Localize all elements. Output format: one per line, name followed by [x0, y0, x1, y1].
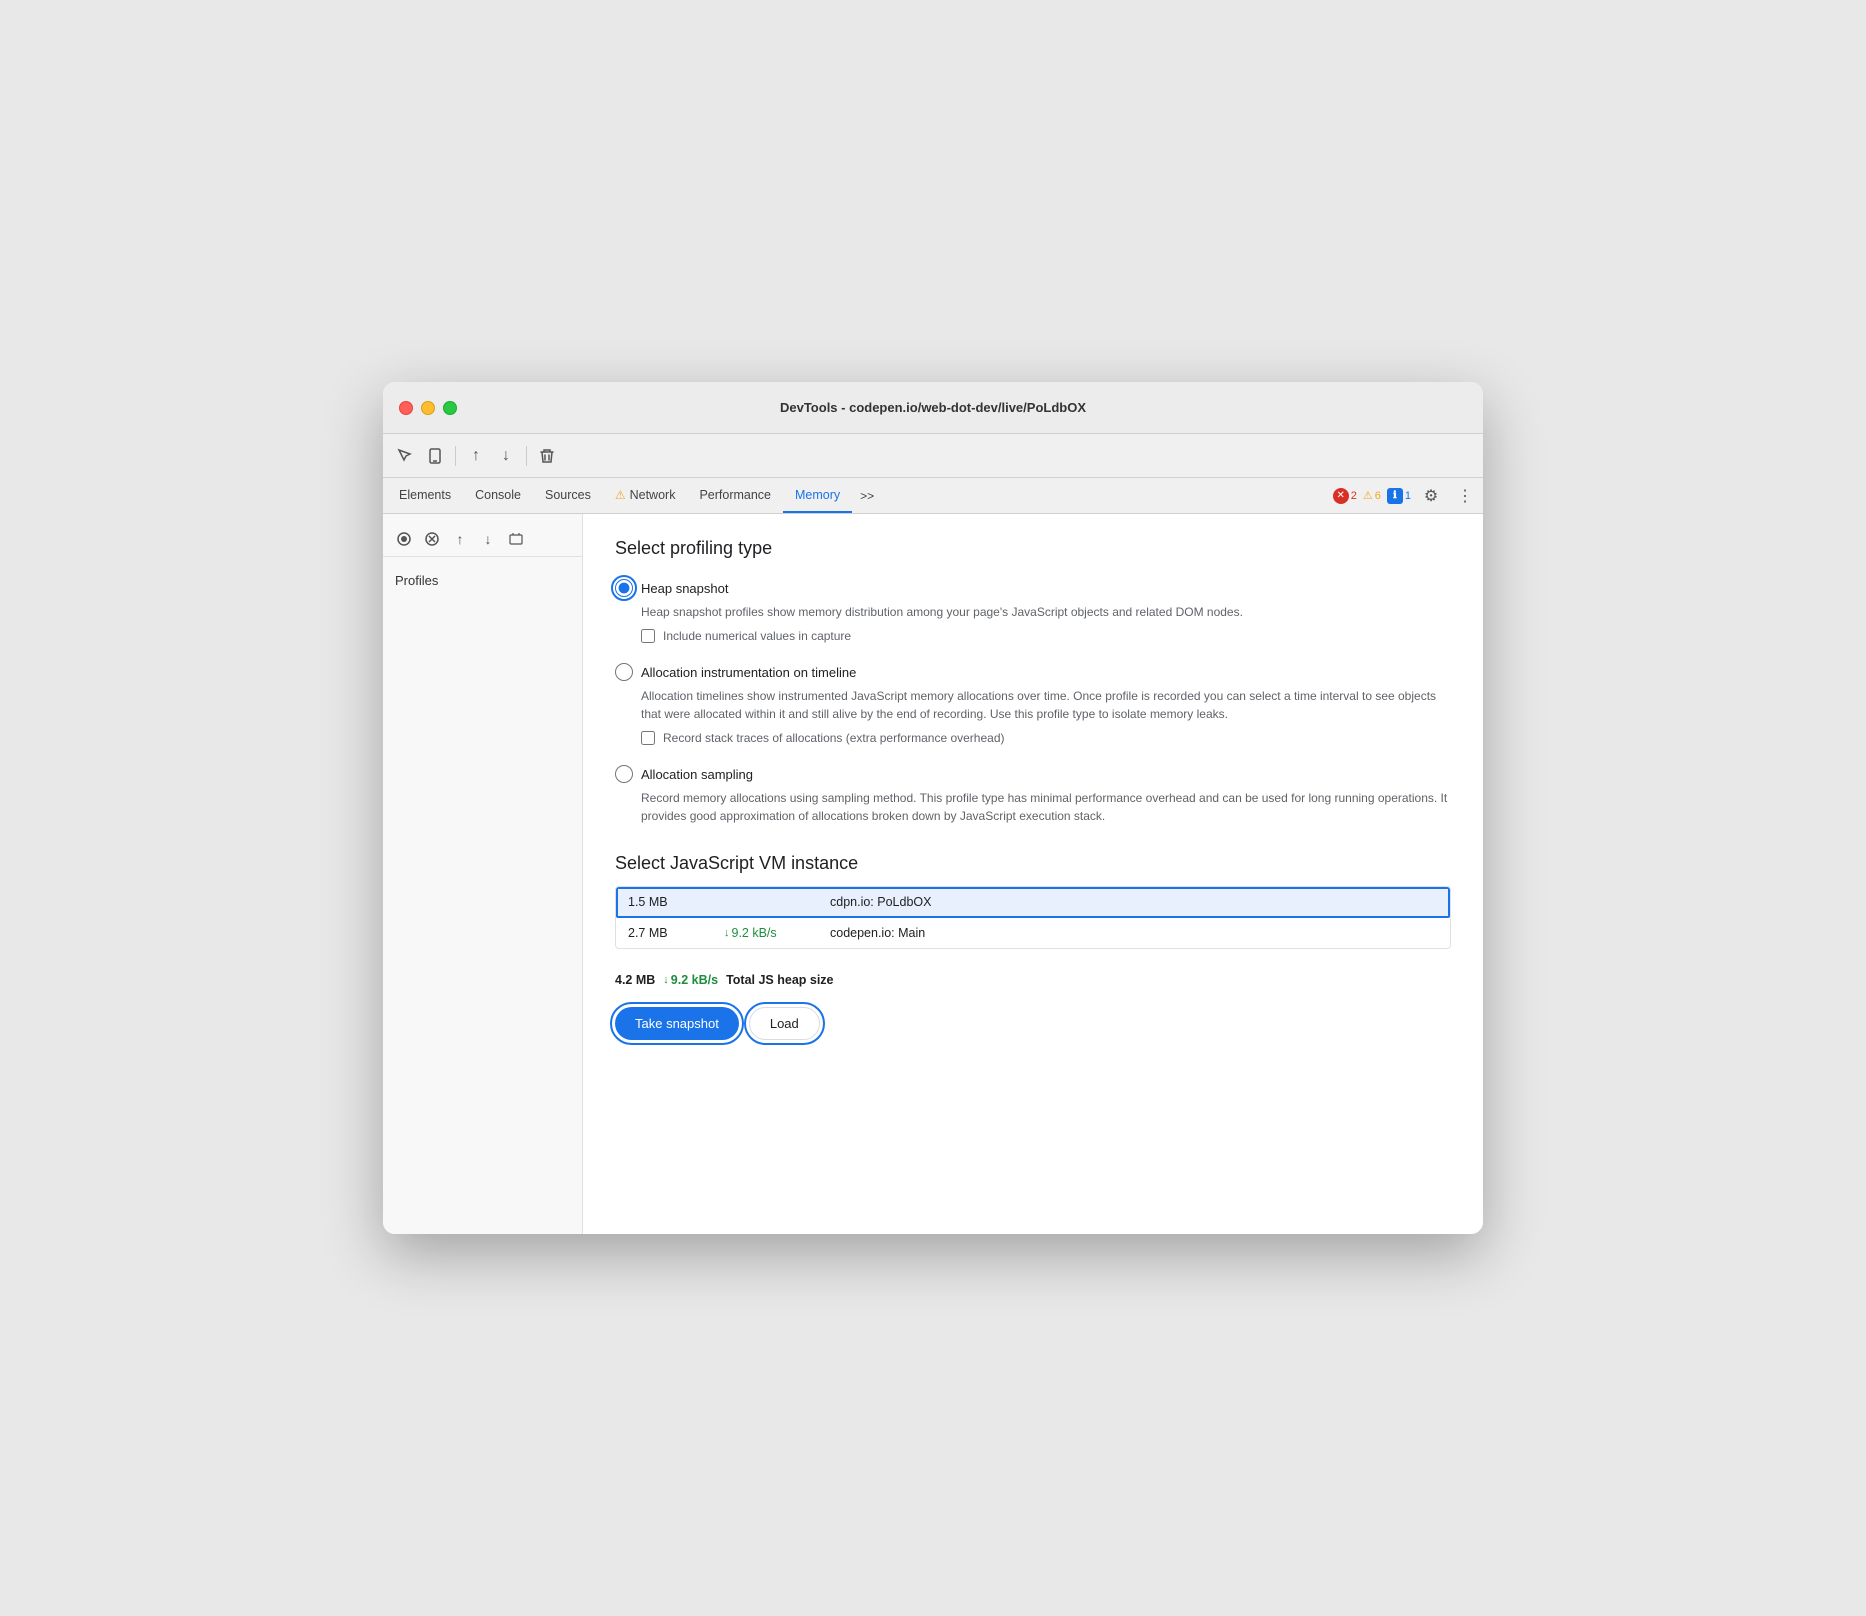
info-badge[interactable]: ℹ 1	[1387, 488, 1411, 504]
more-options-icon[interactable]: ⋮	[1451, 482, 1479, 510]
heap-snapshot-label[interactable]: Heap snapshot	[641, 581, 728, 596]
clear-icon[interactable]	[533, 442, 561, 470]
sidebar-toolbar: ↑ ↓	[383, 522, 582, 557]
allocation-sampling-radio-row: Allocation sampling	[615, 765, 1451, 783]
warning-badge[interactable]: ⚠ 6	[1363, 489, 1381, 502]
upload-icon[interactable]: ↑	[462, 442, 490, 470]
sidebar: ↑ ↓ Profiles	[383, 514, 583, 1234]
record-button[interactable]	[391, 526, 417, 552]
warning-icon: ⚠	[1363, 489, 1373, 502]
heap-snapshot-radio-wrapper[interactable]	[615, 579, 633, 597]
include-numerical-label[interactable]: Include numerical values in capture	[663, 629, 851, 643]
heap-snapshot-option: Heap snapshot Heap snapshot profiles sho…	[615, 579, 1451, 643]
device-icon[interactable]	[421, 442, 449, 470]
tab-more[interactable]: >>	[852, 478, 882, 513]
allocation-timeline-option: Allocation instrumentation on timeline A…	[615, 663, 1451, 745]
minimize-button[interactable]	[421, 401, 435, 415]
window-title: DevTools - codepen.io/web-dot-dev/live/P…	[780, 400, 1086, 415]
tab-memory[interactable]: Memory	[783, 478, 852, 513]
vm-section-title: Select JavaScript VM instance	[615, 853, 1451, 874]
close-button[interactable]	[399, 401, 413, 415]
network-warning-icon: ⚠	[615, 488, 626, 502]
total-size: 4.2 MB	[615, 973, 655, 987]
total-label: Total JS heap size	[726, 973, 833, 987]
clear-profiles-button[interactable]	[503, 526, 529, 552]
vm-instance-row-2[interactable]: 2.7 MB ↓ 9.2 kB/s codepen.io: Main	[616, 918, 1450, 948]
traffic-lights	[399, 401, 457, 415]
toolbar: ↑ ↓	[383, 434, 1483, 478]
select-profiling-title: Select profiling type	[615, 538, 1451, 559]
vm-instances-table: 1.5 MB cdpn.io: PoLdbOX 2.7 MB ↓ 9.2 kB/…	[615, 886, 1451, 949]
devtools-window: DevTools - codepen.io/web-dot-dev/live/P…	[383, 382, 1483, 1234]
tab-performance[interactable]: Performance	[687, 478, 783, 513]
import-profiles-button[interactable]: ↑	[447, 526, 473, 552]
toolbar-divider-2	[526, 446, 527, 466]
tab-console[interactable]: Console	[463, 478, 533, 513]
titlebar: DevTools - codepen.io/web-dot-dev/live/P…	[383, 382, 1483, 434]
action-buttons: Take snapshot Load	[615, 1007, 1451, 1040]
heap-snapshot-description: Heap snapshot profiles show memory distr…	[641, 603, 1451, 621]
tab-network[interactable]: ⚠ Network	[603, 478, 688, 513]
tab-sources[interactable]: Sources	[533, 478, 603, 513]
error-icon: ✕	[1333, 488, 1349, 504]
down-arrow-icon-2: ↓	[724, 927, 730, 939]
content-area: ↑ ↓ Profiles Select profiling type Heap …	[383, 514, 1483, 1234]
export-profiles-button[interactable]: ↓	[475, 526, 501, 552]
total-rate: ↓ 9.2 kB/s	[663, 973, 718, 987]
main-content: Select profiling type Heap snapshot Heap…	[583, 514, 1483, 1234]
heap-snapshot-radio[interactable]	[615, 579, 633, 597]
vm-size-2: 2.7 MB	[628, 926, 708, 940]
toolbar-divider	[455, 446, 456, 466]
load-button[interactable]: Load	[749, 1007, 820, 1040]
maximize-button[interactable]	[443, 401, 457, 415]
record-stack-traces-checkbox[interactable]	[641, 731, 655, 745]
tab-elements[interactable]: Elements	[387, 478, 463, 513]
include-numerical-checkbox[interactable]	[641, 629, 655, 643]
record-stack-traces-label[interactable]: Record stack traces of allocations (extr…	[663, 731, 1005, 745]
inspect-icon[interactable]	[391, 442, 419, 470]
vm-name-2: codepen.io: Main	[830, 926, 925, 940]
error-badge[interactable]: ✕ 2	[1333, 488, 1357, 504]
nav-right-badges: ✕ 2 ⚠ 6 ℹ 1 ⚙ ⋮	[1333, 478, 1479, 513]
sidebar-profiles-label: Profiles	[383, 565, 582, 596]
allocation-sampling-option: Allocation sampling Record memory alloca…	[615, 765, 1451, 825]
settings-icon[interactable]: ⚙	[1417, 482, 1445, 510]
download-icon[interactable]: ↓	[492, 442, 520, 470]
allocation-timeline-radio[interactable]	[615, 663, 633, 681]
allocation-timeline-label[interactable]: Allocation instrumentation on timeline	[641, 665, 856, 680]
allocation-timeline-radio-row: Allocation instrumentation on timeline	[615, 663, 1451, 681]
total-row: 4.2 MB ↓ 9.2 kB/s Total JS heap size	[615, 965, 1451, 995]
vm-size-1: 1.5 MB	[628, 895, 708, 909]
take-snapshot-button[interactable]: Take snapshot	[615, 1007, 739, 1040]
vm-name-1: cdpn.io: PoLdbOX	[830, 895, 931, 909]
vm-instance-row-1[interactable]: 1.5 MB cdpn.io: PoLdbOX	[616, 887, 1450, 918]
info-icon: ℹ	[1387, 488, 1403, 504]
vm-rate-1	[724, 895, 814, 909]
record-stack-traces-row: Record stack traces of allocations (extr…	[641, 731, 1451, 745]
stop-button[interactable]	[419, 526, 445, 552]
allocation-timeline-description: Allocation timelines show instrumented J…	[641, 687, 1451, 723]
total-down-arrow-icon: ↓	[663, 974, 669, 986]
allocation-sampling-radio[interactable]	[615, 765, 633, 783]
heap-snapshot-radio-row: Heap snapshot	[615, 579, 1451, 597]
heap-snapshot-checkbox-row: Include numerical values in capture	[641, 629, 1451, 643]
allocation-sampling-description: Record memory allocations using sampling…	[641, 789, 1451, 825]
allocation-sampling-label[interactable]: Allocation sampling	[641, 767, 753, 782]
nav-tabs: Elements Console Sources ⚠ Network Perfo…	[383, 478, 1483, 514]
vm-rate-2: ↓ 9.2 kB/s	[724, 926, 814, 940]
